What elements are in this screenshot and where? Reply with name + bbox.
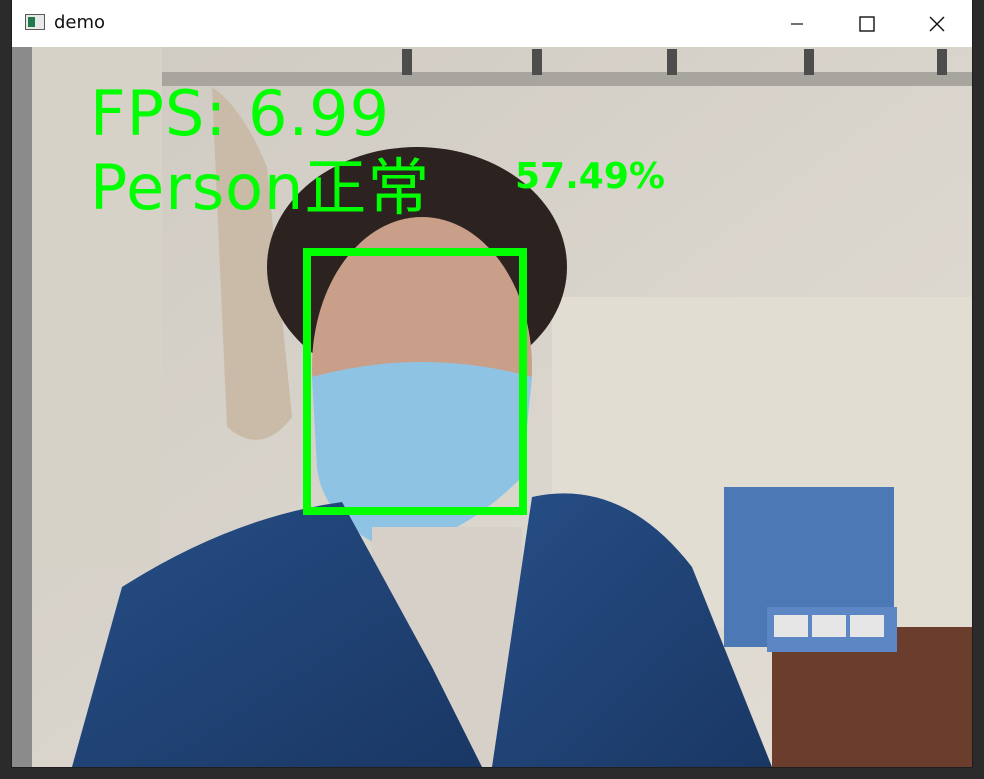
maximize-button[interactable] — [832, 0, 902, 47]
fps-readout: FPS: 6.99 — [90, 77, 391, 150]
close-button[interactable] — [902, 0, 972, 47]
detection-confidence: 57.49% — [515, 156, 665, 197]
title-bar[interactable]: demo — [12, 0, 972, 47]
app-window-icon — [25, 14, 45, 30]
close-icon — [929, 16, 945, 31]
maximize-icon — [859, 15, 875, 32]
app-window: demo FPS: 6.99 Person正常 57.49% — [12, 0, 972, 767]
window-title: demo — [54, 12, 106, 33]
face-bounding-box — [303, 248, 527, 515]
minimize-button[interactable] — [762, 0, 832, 47]
camera-feed: FPS: 6.99 Person正常 57.49% — [12, 47, 972, 767]
detection-class-label: Person正常 — [90, 151, 431, 224]
minimize-icon — [791, 22, 803, 25]
